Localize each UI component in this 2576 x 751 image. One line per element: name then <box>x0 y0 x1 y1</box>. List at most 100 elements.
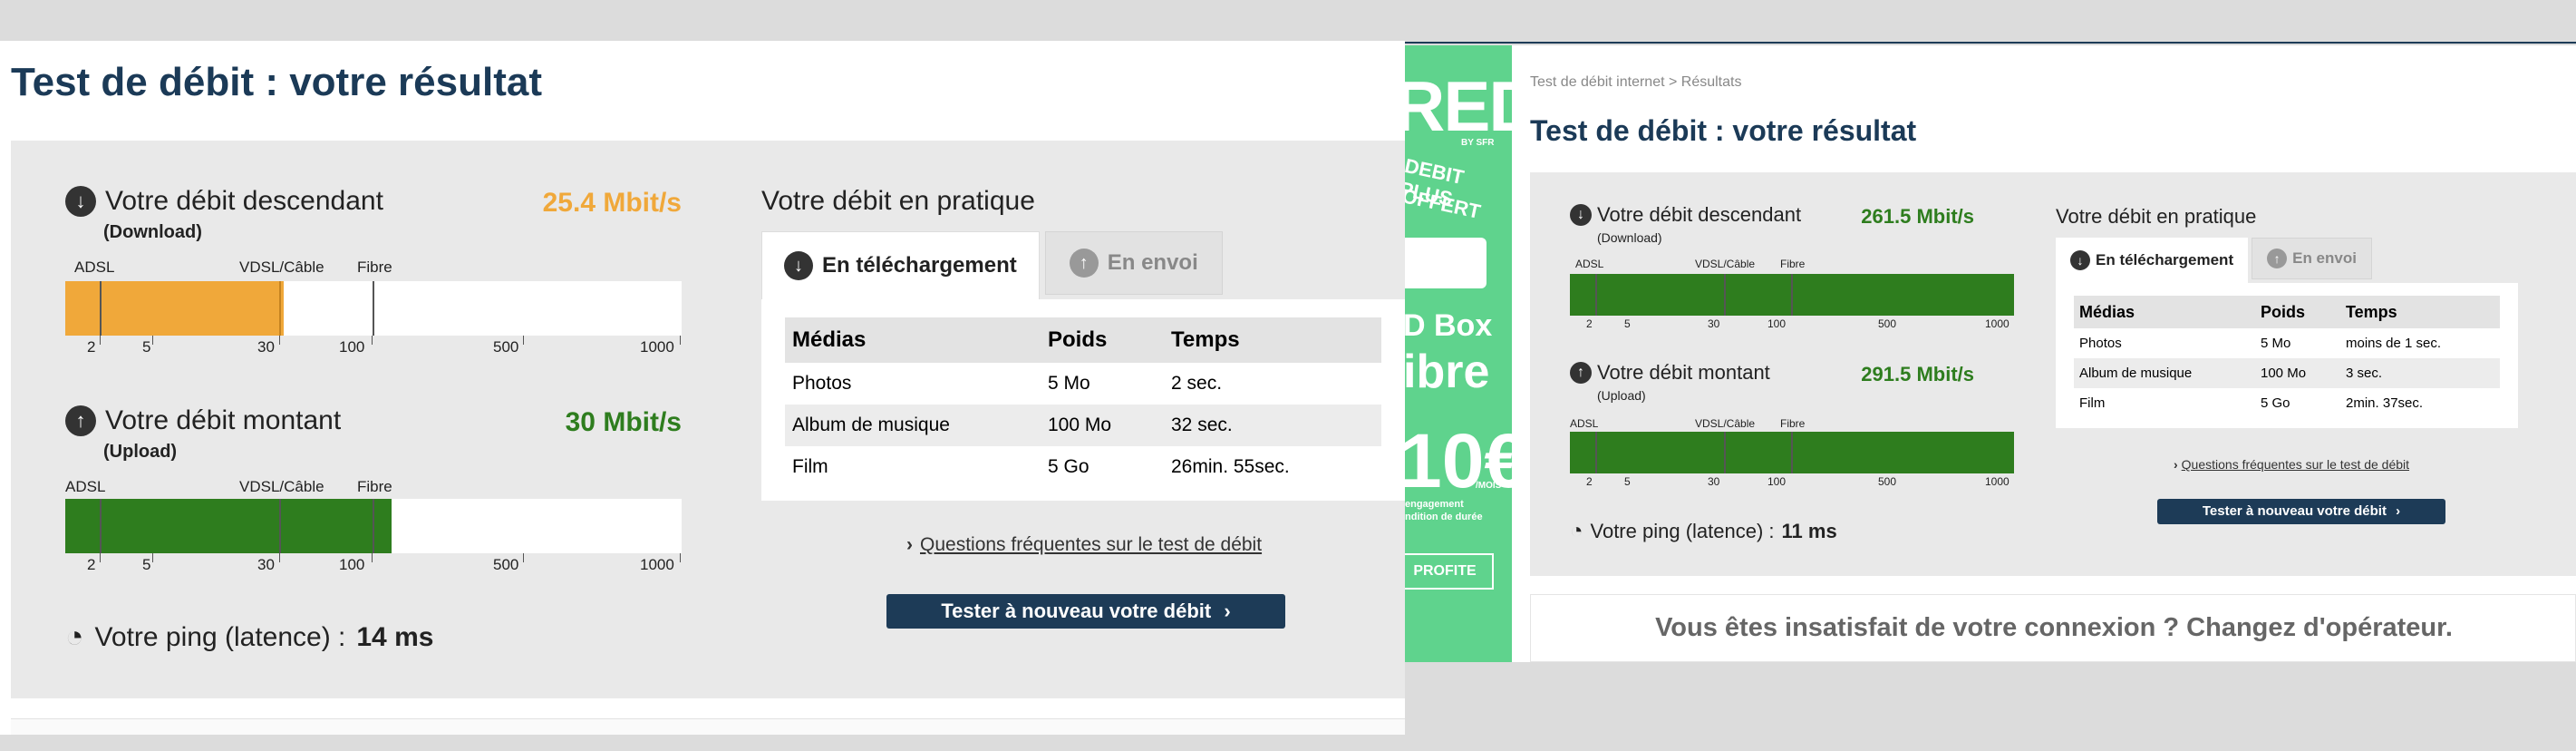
upload-title: Votre débit montant <box>105 405 342 435</box>
upload-value: 291.5 Mbit/s <box>1861 363 1974 385</box>
page: Test de débit : votre résultat ↓ Votre d… <box>0 0 2576 751</box>
top-band <box>1405 0 2576 44</box>
download-title: Votre débit descendant <box>105 186 383 216</box>
tick-label: 500 <box>493 338 519 356</box>
tick-label: 100 <box>339 338 365 356</box>
ad-price: 10€ <box>1405 418 1512 503</box>
tick-label: 2 <box>87 338 96 356</box>
chevron-right-icon: › <box>2174 457 2178 472</box>
faq-link[interactable]: › Questions fréquentes sur le test de déb… <box>906 534 1262 556</box>
tab-download[interactable]: ↓ En téléchargement <box>2056 238 2249 283</box>
cell: Photos <box>2079 336 2122 351</box>
results-panel: ↓ Votre débit descendant (Download) 261.… <box>1530 172 2576 576</box>
cell: moins de 1 sec. <box>2346 336 2442 351</box>
ad-cta[interactable]: PROFITE <box>1405 553 1494 590</box>
cell: 5 Go <box>1048 456 1089 477</box>
speedometer-icon: ◔ <box>65 619 84 654</box>
download-bar <box>1570 274 2014 316</box>
vdsl-label: VDSL/Câble <box>1695 417 1756 430</box>
tab-upload-label: En envoi <box>2292 249 2357 267</box>
upload-icon: ↑ <box>1069 249 1099 278</box>
retest-button-label: Tester à nouveau votre débit <box>941 600 1212 622</box>
chevron-right-icon: › <box>2396 503 2401 519</box>
retest-button[interactable]: Tester à nouveau votre débit › <box>2157 499 2445 524</box>
faq-link-label: Questions fréquentes sur le test de débi… <box>2181 457 2410 472</box>
tick-label: 30 <box>1708 317 1720 330</box>
cell: Album de musique <box>792 415 950 435</box>
table-row: Film 5 Go 26min. 55sec. <box>785 446 1381 488</box>
upload-sub: (Upload) <box>103 442 178 462</box>
ad-logo: RED <box>1405 66 1512 146</box>
tab-upload[interactable]: ↑ En envoi <box>1044 231 1223 295</box>
upload-header: ↑ Votre débit montant <box>65 405 341 436</box>
download-title: Votre débit descendant <box>1597 203 1802 226</box>
adsl-label: ADSL <box>1575 258 1604 270</box>
tick-label: 500 <box>1878 475 1897 488</box>
col-temps: Temps <box>2346 302 2397 321</box>
tick-label: 30 <box>257 338 275 356</box>
tick-mark <box>680 553 681 562</box>
col-medias: Médias <box>792 327 867 352</box>
ping-row: ◔ Votre ping (latence) : 14 ms <box>65 619 433 655</box>
faq-link-label: Questions fréquentes sur le test de débi… <box>920 534 1263 555</box>
retest-button[interactable]: Tester à nouveau votre débit › <box>886 594 1285 629</box>
box-icon <box>1405 238 1487 288</box>
tick-label: 30 <box>1708 475 1720 488</box>
tick-label: 1000 <box>640 556 674 573</box>
ping-label: Votre ping (latence) : <box>1590 520 1775 542</box>
col-poids: Poids <box>2261 302 2306 321</box>
upload-bar-fill <box>65 499 392 553</box>
upload-header: ↑ Votre débit montant <box>1570 361 1770 385</box>
practice-table: Médias Poids Temps Photos 5 Mo moins de … <box>2056 283 2518 428</box>
ping-value: 11 ms <box>1781 520 1837 542</box>
faq-link[interactable]: › Questions fréquentes sur le test de déb… <box>2174 457 2409 472</box>
download-icon: ↓ <box>65 186 96 217</box>
tick-mark <box>100 336 101 345</box>
download-header: ↓ Votre débit descendant <box>65 186 383 217</box>
tick-mark <box>372 553 373 562</box>
ad-box2: ibre <box>1405 346 1490 398</box>
table-header: Médias Poids Temps <box>785 317 1381 363</box>
ad-small2: ndition de durée <box>1405 512 1483 522</box>
red-sfr-ad[interactable]: RED BY SFR DEBIT PLUS OFFERT D Box ibre … <box>1405 45 1512 662</box>
download-value: 25.4 Mbit/s <box>542 188 682 218</box>
vdsl-marker <box>1724 432 1726 473</box>
ping-value: 14 ms <box>356 621 434 652</box>
vdsl-label: VDSL/Câble <box>239 258 324 276</box>
vdsl-label: VDSL/Câble <box>1695 258 1756 270</box>
download-header: ↓ Votre débit descendant <box>1570 203 1801 227</box>
upload-icon: ↑ <box>1570 362 1592 384</box>
change-operator-banner: Vous êtes insatisfait de votre connexion… <box>1530 594 2576 662</box>
cell: 5 Mo <box>2261 336 2291 351</box>
adsl-label: ADSL <box>65 478 106 495</box>
practice-tabs: ↓ En téléchargement ↑ En envoi <box>761 231 1223 299</box>
tab-download[interactable]: ↓ En téléchargement <box>761 231 1040 299</box>
tab-upload[interactable]: ↑ En envoi <box>2252 238 2372 279</box>
cell: 3 sec. <box>2346 366 2383 381</box>
upload-sub: (Upload) <box>1597 388 1646 403</box>
ad-box1: D Box <box>1405 308 1493 343</box>
cell: 26min. 55sec. <box>1171 456 1290 477</box>
tick-mark <box>523 553 524 562</box>
fibre-marker <box>373 281 374 336</box>
table-row: Album de musique 100 Mo 3 sec. <box>2074 358 2500 388</box>
cell: 5 Go <box>2261 395 2290 411</box>
tick-label: 5 <box>1624 317 1631 330</box>
speedometer-icon: ◔ <box>1570 519 1583 543</box>
download-sub: (Download) <box>1597 230 1662 245</box>
upload-title: Votre débit montant <box>1597 361 1770 384</box>
table-header: Médias Poids Temps <box>2074 296 2500 328</box>
fibre-label: Fibre <box>1780 417 1806 430</box>
breadcrumb[interactable]: Test de débit internet > Résultats <box>1530 74 1741 91</box>
top-band <box>0 0 1405 41</box>
tick-label: 5 <box>142 338 151 356</box>
tick-label: 5 <box>142 556 151 573</box>
tick-label: 100 <box>1767 317 1787 330</box>
adsl-marker <box>1595 274 1597 316</box>
upload-value: 30 Mbit/s <box>565 407 682 437</box>
vdsl-marker <box>279 499 281 553</box>
results-panel: ↓ Votre débit descendant (Download) 25.4… <box>11 141 1405 698</box>
cell: Film <box>2079 395 2106 411</box>
retest-button-label: Tester à nouveau votre débit <box>2202 503 2387 519</box>
upload-icon: ↑ <box>65 405 96 436</box>
